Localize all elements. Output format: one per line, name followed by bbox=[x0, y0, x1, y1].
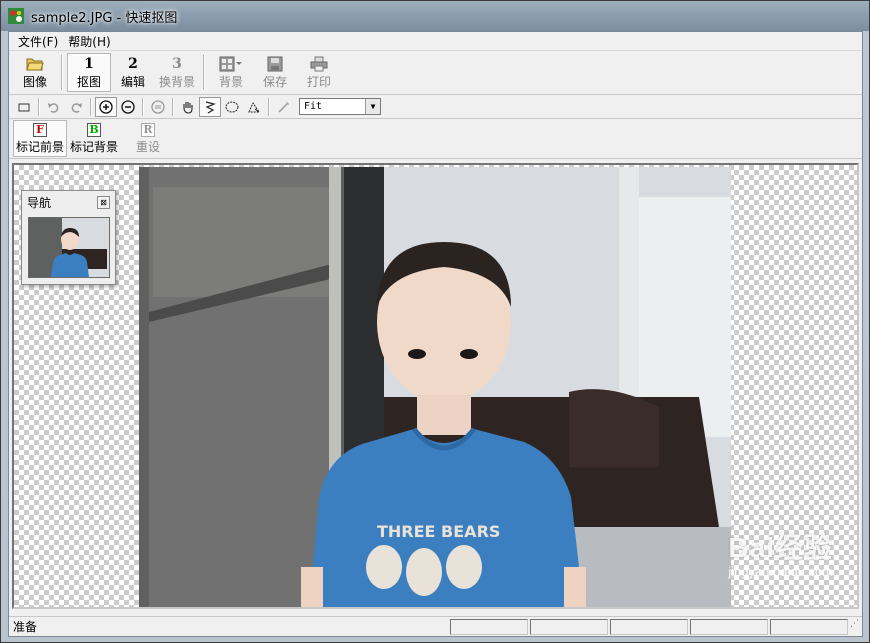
edit-step-label: 编辑 bbox=[120, 75, 145, 89]
step-number: 3 bbox=[172, 56, 182, 72]
folder-open-icon bbox=[26, 55, 44, 73]
app-window: sample2.JPG - 快速抠图 文件(F) 帮助(H) 图像 1 抠图 2… bbox=[0, 0, 870, 643]
rectangle-icon bbox=[18, 103, 30, 111]
watermark-url: jingyan.baidu.com bbox=[728, 564, 833, 579]
wand-icon bbox=[278, 101, 289, 113]
chevron-down-icon[interactable]: ▼ bbox=[365, 99, 380, 114]
app-logo-icon[interactable] bbox=[7, 7, 25, 25]
toolbar-divider bbox=[203, 55, 205, 90]
image-button[interactable]: 图像 bbox=[13, 53, 57, 92]
print-button[interactable]: 打印 bbox=[297, 53, 341, 92]
magic-wand-button[interactable] bbox=[273, 97, 295, 117]
zoom-in-icon bbox=[99, 99, 113, 114]
menu-file[interactable]: 文件(F) bbox=[13, 33, 63, 50]
background-grid-icon bbox=[219, 55, 243, 73]
foreground-mark-icon: F bbox=[33, 122, 47, 137]
status-pane bbox=[690, 618, 768, 635]
change-background-step-label: 换背景 bbox=[158, 75, 195, 89]
window-title: sample2.JPG - 快速抠图 bbox=[31, 10, 178, 26]
navigator-header[interactable]: 导航 ⊠ bbox=[22, 191, 115, 213]
polygon-lasso-icon bbox=[248, 101, 260, 112]
hand-icon bbox=[183, 101, 193, 114]
mark-foreground-button[interactable]: F 标记前景 bbox=[13, 120, 67, 157]
resize-grip-icon[interactable]: ⋰ bbox=[850, 619, 862, 635]
zoom-in-button[interactable] bbox=[95, 96, 117, 117]
change-background-step-button[interactable]: 3 换背景 bbox=[155, 53, 199, 92]
zoom-select[interactable]: Fit ▼ bbox=[299, 98, 381, 115]
background-mark-icon: B bbox=[87, 122, 101, 137]
toolbar-divider bbox=[90, 97, 92, 116]
edit-step-button[interactable]: 2 编辑 bbox=[111, 53, 155, 92]
navigator-title: 导航 bbox=[27, 195, 52, 210]
step-number: 1 bbox=[84, 56, 94, 72]
redo-icon bbox=[71, 102, 82, 113]
reset-mark-icon: R bbox=[141, 122, 155, 137]
cutout-step-label: 抠图 bbox=[76, 75, 101, 89]
redo-button[interactable] bbox=[65, 97, 87, 117]
menu-help[interactable]: 帮助(H) bbox=[63, 33, 115, 50]
mark-background-label: 标记背景 bbox=[69, 139, 118, 154]
select-rectangle-button[interactable] bbox=[13, 97, 35, 117]
reset-button[interactable]: R 重设 bbox=[121, 120, 175, 157]
mark-background-button[interactable]: B 标记背景 bbox=[67, 120, 121, 157]
background-button[interactable]: 背景 bbox=[209, 53, 253, 92]
image-button-label: 图像 bbox=[22, 75, 47, 89]
step-number: 2 bbox=[128, 56, 138, 72]
zoom-value: Fit bbox=[304, 101, 323, 112]
navigator-thumbnail[interactable] bbox=[28, 217, 110, 278]
cutout-step-button[interactable]: 1 抠图 bbox=[67, 53, 111, 92]
status-text: 准备 bbox=[13, 620, 38, 634]
tools-toolbar: Fit ▼ bbox=[9, 95, 862, 119]
lasso-freehand-button[interactable] bbox=[199, 96, 221, 117]
image-canvas[interactable]: THREE BEARS 导航 ⊠ Bai经验 jingyan.baidu.com bbox=[12, 163, 859, 609]
pan-hand-button[interactable] bbox=[177, 97, 199, 117]
save-button-label: 保存 bbox=[262, 75, 287, 89]
save-button[interactable]: 保存 bbox=[253, 53, 297, 92]
undo-button[interactable] bbox=[43, 97, 65, 117]
zoom-out-button[interactable] bbox=[117, 97, 139, 117]
ellipse-icon bbox=[225, 101, 239, 112]
status-pane bbox=[770, 618, 848, 635]
toolbar-divider bbox=[38, 97, 40, 116]
lasso-icon bbox=[205, 100, 216, 114]
toolbar-divider bbox=[268, 97, 270, 116]
ellipse-select-button[interactable] bbox=[221, 97, 243, 117]
title-bar[interactable]: sample2.JPG - 快速抠图 bbox=[1, 1, 869, 31]
status-bar: 准备 ⋰ bbox=[9, 616, 862, 636]
toolbar-divider bbox=[61, 55, 63, 90]
mark-foreground-label: 标记前景 bbox=[15, 139, 64, 154]
main-toolbar: 图像 1 抠图 2 编辑 3 换背景 背景 保存 打印 bbox=[9, 51, 862, 95]
status-pane bbox=[610, 618, 688, 635]
navigator-panel[interactable]: 导航 ⊠ bbox=[21, 190, 116, 285]
printer-icon bbox=[310, 55, 328, 73]
mark-toolbar: F 标记前景 B 标记背景 R 重设 bbox=[9, 119, 862, 159]
toolbar-divider bbox=[142, 97, 144, 116]
menu-bar: 文件(F) 帮助(H) bbox=[9, 32, 862, 51]
polygon-select-button[interactable] bbox=[243, 97, 265, 117]
status-pane bbox=[450, 618, 528, 635]
shirt-print-text: THREE BEARS bbox=[377, 522, 500, 541]
print-button-label: 打印 bbox=[306, 75, 331, 89]
reset-label: 重设 bbox=[135, 139, 160, 154]
baidu-watermark: Bai经验 jingyan.baidu.com bbox=[728, 526, 833, 579]
undo-icon bbox=[48, 102, 59, 113]
client-area: 文件(F) 帮助(H) 图像 1 抠图 2 编辑 3 换背景 背景 保存 打印 … bbox=[8, 31, 863, 637]
save-disk-icon bbox=[267, 55, 283, 73]
photo-image[interactable]: THREE BEARS bbox=[139, 167, 731, 607]
status-pane bbox=[530, 618, 608, 635]
toolbar-divider bbox=[172, 97, 174, 116]
zoom-out-icon bbox=[121, 99, 135, 114]
close-icon[interactable]: ⊠ bbox=[97, 195, 110, 209]
watermark-logo: Bai经验 bbox=[728, 532, 833, 563]
actual-size-button[interactable] bbox=[147, 97, 169, 117]
actual-size-icon bbox=[151, 99, 165, 114]
background-button-label: 背景 bbox=[218, 75, 243, 89]
